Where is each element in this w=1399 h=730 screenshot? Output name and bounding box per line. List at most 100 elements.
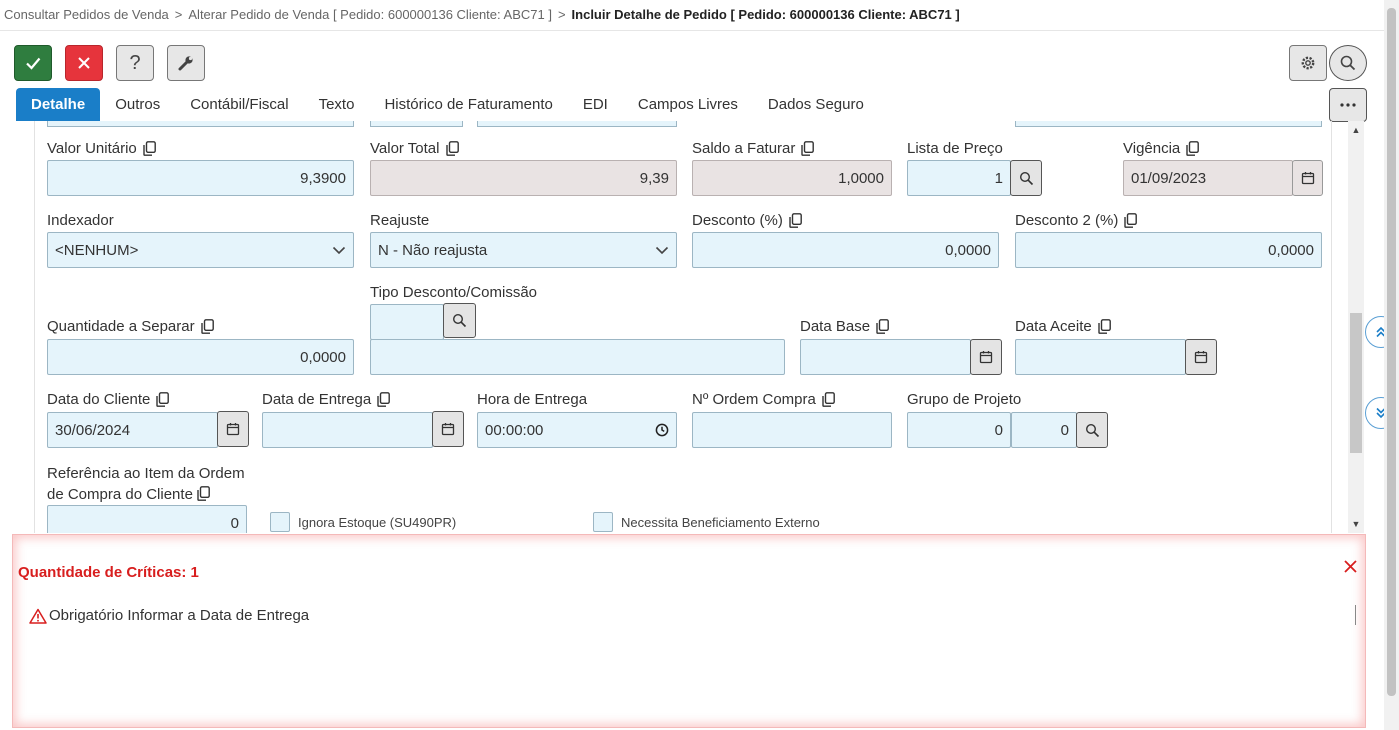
search-button[interactable] <box>1329 45 1367 81</box>
label-vigencia: Vigência <box>1123 140 1200 157</box>
cancel-button[interactable] <box>65 45 103 81</box>
label-data-cliente: Data do Cliente <box>47 391 170 408</box>
breadcrumb-separator: > <box>557 7 566 22</box>
desconto-input[interactable]: 0,0000 <box>692 232 999 268</box>
ordem-compra-input[interactable] <box>692 412 892 448</box>
search-icon <box>452 313 467 328</box>
field-top-stub <box>370 121 463 127</box>
copy-icon[interactable] <box>1098 319 1111 334</box>
clock-icon[interactable] <box>655 423 669 437</box>
tipo-desconto-code-input[interactable] <box>370 304 444 340</box>
copy-icon[interactable] <box>876 319 889 334</box>
lista-preco-input[interactable]: 1 <box>907 160 1011 196</box>
valor-total-field: 9,39 <box>370 160 677 196</box>
reajuste-select[interactable]: N - Não reajusta <box>370 232 677 268</box>
scroll-up-arrow[interactable]: ▲ <box>1348 125 1364 135</box>
calendar-icon <box>226 423 240 436</box>
ignora-estoque-checkbox[interactable] <box>270 512 290 532</box>
hora-entrega-value: 00:00:00 <box>485 421 544 439</box>
data-entrega-input[interactable] <box>262 412 433 448</box>
criticas-title: Quantidade de Críticas: 1 <box>18 564 199 581</box>
chevron-down-icon <box>655 246 669 254</box>
criticas-scroll-indicator <box>1355 605 1356 625</box>
lista-preco-search-button[interactable] <box>1010 160 1042 196</box>
desconto2-input[interactable]: 0,0000 <box>1015 232 1322 268</box>
search-icon <box>1019 171 1033 185</box>
confirm-button[interactable] <box>14 45 52 81</box>
close-icon <box>1344 560 1357 573</box>
saldo-faturar-field: 1,0000 <box>692 160 892 196</box>
data-base-input[interactable] <box>800 339 971 375</box>
referencia-item-input[interactable]: 0 <box>47 505 247 533</box>
breadcrumb: Consultar Pedidos de Venda > Alterar Pedid… <box>4 7 960 22</box>
tipo-desconto-search-button[interactable] <box>443 303 476 338</box>
label-data-aceite: Data Aceite <box>1015 318 1111 335</box>
calendar-icon <box>979 351 993 364</box>
copy-icon[interactable] <box>156 392 170 407</box>
copy-icon[interactable] <box>801 141 815 156</box>
page-scrollbar[interactable] <box>1384 0 1399 730</box>
check-icon <box>26 57 41 70</box>
copy-icon[interactable] <box>1124 213 1138 228</box>
tab-contabil-fiscal[interactable]: Contábil/Fiscal <box>175 88 303 121</box>
search-icon <box>1085 423 1099 437</box>
tools-button[interactable] <box>167 45 205 81</box>
indexador-select[interactable]: <NENHUM> <box>47 232 354 268</box>
scroll-down-arrow[interactable]: ▼ <box>1348 519 1364 529</box>
tab-campos-livres[interactable]: Campos Livres <box>623 88 753 121</box>
qtd-separar-input[interactable]: 0,0000 <box>47 339 354 375</box>
page-scrollbar-thumb[interactable] <box>1387 8 1396 696</box>
tab-detalhe[interactable]: Detalhe <box>16 88 101 121</box>
calendar-icon <box>1301 172 1314 185</box>
data-base-calendar-button[interactable] <box>970 339 1002 375</box>
breadcrumb-item-alterar[interactable]: Alterar Pedido de Venda [ Pedido: 600000… <box>188 7 552 22</box>
criticas-panel: Quantidade de Críticas: 1 Obrigatório In… <box>12 534 1366 728</box>
tab-outros[interactable]: Outros <box>100 88 175 121</box>
label-data-base: Data Base <box>800 318 889 335</box>
projeto-input[interactable]: 0 <box>1011 412 1077 448</box>
calendar-icon <box>441 423 455 436</box>
copy-icon[interactable] <box>200 319 214 334</box>
tipo-desconto-description <box>370 339 785 375</box>
search-icon <box>1340 55 1356 71</box>
grupo-projeto-search-button[interactable] <box>1076 412 1108 448</box>
label-desconto: Desconto (%) <box>692 212 802 229</box>
data-entrega-calendar-button[interactable] <box>432 411 464 447</box>
help-button[interactable]: ? <box>116 45 154 81</box>
label-qtd-separar: Quantidade a Separar <box>47 318 214 335</box>
valor-unitario-input[interactable]: 9,3900 <box>47 160 354 196</box>
copy-icon[interactable] <box>789 213 802 228</box>
vigencia-calendar-button[interactable] <box>1292 160 1323 196</box>
hora-entrega-input[interactable]: 00:00:00 <box>477 412 677 448</box>
label-valor-total: Valor Total <box>370 140 459 157</box>
tab-historico-faturamento[interactable]: Histórico de Faturamento <box>369 88 567 121</box>
copy-icon[interactable] <box>197 486 210 501</box>
data-aceite-input[interactable] <box>1015 339 1186 375</box>
copy-icon[interactable] <box>143 141 156 156</box>
critica-message-text: Obrigatório Informar a Data de Entrega <box>49 607 310 624</box>
copy-icon[interactable] <box>1186 141 1200 156</box>
breadcrumb-item-consultar[interactable]: Consultar Pedidos de Venda <box>4 7 169 22</box>
breadcrumb-current: Incluir Detalhe de Pedido [ Pedido: 6000… <box>571 7 960 22</box>
copy-icon[interactable] <box>822 392 835 407</box>
form-scrollbar-thumb[interactable] <box>1350 313 1362 453</box>
copy-icon[interactable] <box>377 392 391 407</box>
more-options-button[interactable] <box>1329 88 1367 122</box>
settings-button[interactable] <box>1289 45 1327 81</box>
data-aceite-calendar-button[interactable] <box>1185 339 1217 375</box>
indexador-value: <NENHUM> <box>55 241 139 259</box>
tab-edi[interactable]: EDI <box>568 88 623 121</box>
tab-texto[interactable]: Texto <box>304 88 370 121</box>
label-referencia-item: Referência ao Item da Ordem de Compra do… <box>47 465 245 503</box>
detail-form: Valor Unitário 9,3900 Valor Total 9,39 S… <box>34 121 1332 533</box>
tab-dados-seguro[interactable]: Dados Seguro <box>753 88 879 121</box>
data-cliente-input[interactable]: 30/06/2024 <box>47 412 218 448</box>
form-scrollbar[interactable]: ▲ ▼ <box>1348 121 1364 533</box>
criticas-close-button[interactable] <box>1343 559 1358 579</box>
copy-icon[interactable] <box>445 141 459 156</box>
close-icon <box>78 57 90 69</box>
data-cliente-calendar-button[interactable] <box>217 411 249 447</box>
beneficiamento-checkbox[interactable] <box>593 512 613 532</box>
label-indexador: Indexador <box>47 212 114 229</box>
grupo-projeto-input[interactable]: 0 <box>907 412 1011 448</box>
